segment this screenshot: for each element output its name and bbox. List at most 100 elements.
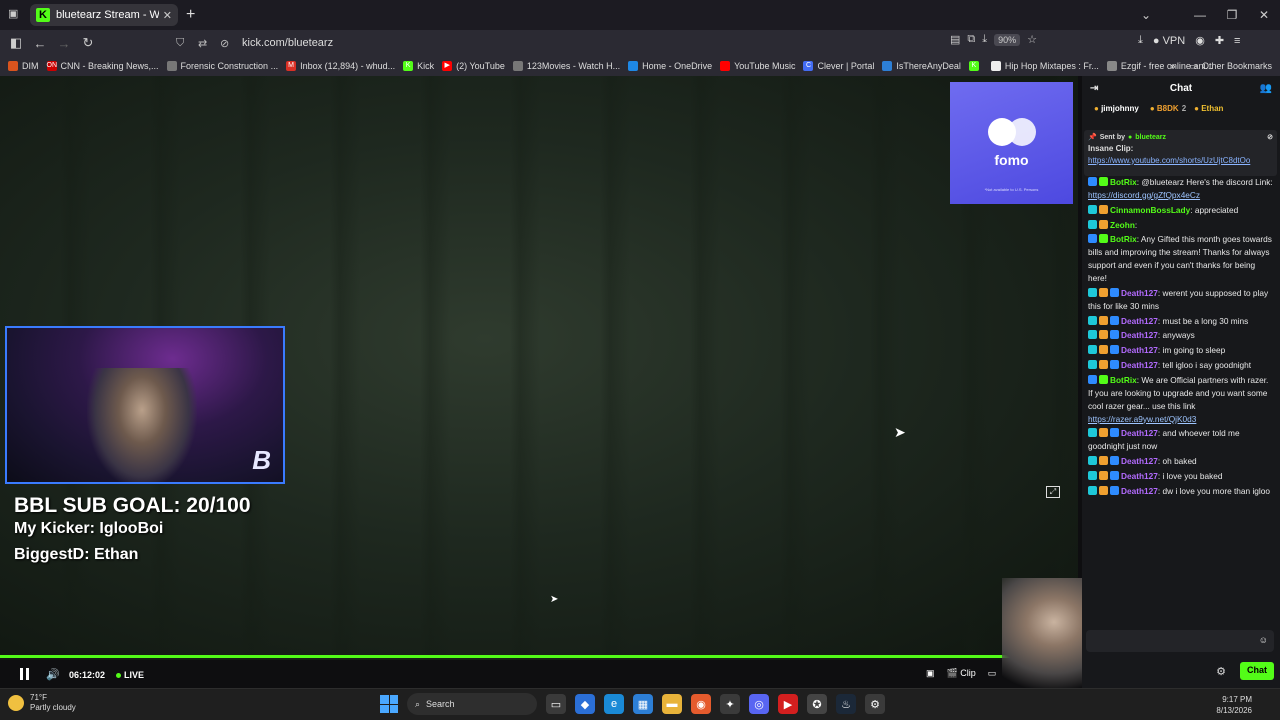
menu-icon[interactable]: ≡ — [1234, 35, 1240, 47]
file-explorer-icon[interactable]: ▬ — [662, 694, 682, 714]
chat-username[interactable]: BotRix — [1110, 375, 1137, 385]
zoom-badge[interactable]: 90% — [994, 33, 1021, 46]
theater-mode-icon[interactable]: ⤢ — [1046, 486, 1060, 498]
save-page-icon[interactable]: ⤓ — [982, 33, 987, 46]
chat-username[interactable]: Death127 — [1121, 288, 1158, 298]
bookmark-item[interactable]: Hip Hop Mixtapes : Fr... — [990, 61, 1099, 71]
chat-message[interactable]: Death127: dw i love you more than igloo — [1088, 485, 1274, 498]
store-icon[interactable]: ▦ — [633, 694, 653, 714]
chat-username[interactable]: BotRix — [1110, 177, 1137, 187]
chat-message[interactable]: BotRix: We are Official partners with ra… — [1088, 374, 1274, 425]
top-gifter[interactable]: ● B8DK 2 — [1150, 103, 1186, 115]
vpn-button[interactable]: ● VPN — [1153, 35, 1185, 47]
url-text[interactable]: kick.com/bluetearz — [242, 37, 333, 49]
bookmark-item[interactable]: ▶ (2) YouTube — [442, 61, 505, 71]
live-progress-bar[interactable] — [0, 655, 1078, 658]
chat-input[interactable]: ☺ — [1086, 630, 1274, 652]
chat-message[interactable]: Death127: im going to sleep — [1088, 344, 1274, 357]
bookmark-item[interactable]: K — [968, 61, 983, 71]
chat-message[interactable]: Death127: anyways — [1088, 329, 1274, 342]
chat-username[interactable]: Death127 — [1121, 486, 1158, 496]
chat-username[interactable]: CinnamonBossLady — [1110, 205, 1190, 215]
chat-username[interactable]: Zeohn — [1110, 220, 1135, 230]
bookmark-item[interactable]: 123Movies - Watch H... — [512, 61, 620, 71]
chat-username[interactable]: Death127 — [1121, 471, 1158, 481]
mini-player-icon[interactable]: ▣ — [926, 668, 935, 679]
permissions-icon[interactable]: ⇄ — [198, 37, 214, 50]
bookmark-item[interactable]: ON CNN - Breaking News,... — [46, 61, 159, 71]
chat-message[interactable]: CinnamonBossLady: appreciated — [1088, 204, 1274, 217]
fomo-ad[interactable]: fomo *Not available to U.S. Persons — [950, 82, 1073, 204]
bookmark-item[interactable]: Home - OneDrive — [628, 61, 712, 71]
chat-message[interactable]: Death127: tell igloo i say goodnight — [1088, 359, 1274, 372]
theater-icon[interactable]: ▭ — [988, 668, 997, 679]
chat-username[interactable]: Death127 — [1121, 428, 1158, 438]
chat-message[interactable]: Death127: must be a long 30 mins — [1088, 315, 1274, 328]
chat-settings-icon[interactable]: ⚙ — [1216, 664, 1226, 681]
chat-username[interactable]: Death127 — [1121, 330, 1158, 340]
bookmark-item[interactable]: DIM — [8, 61, 39, 71]
picture-in-picture-icon[interactable]: ⧉ — [967, 33, 975, 46]
back-icon[interactable]: ← — [28, 36, 52, 51]
chat-message[interactable]: Death127: werent you supposed to play th… — [1088, 287, 1274, 313]
other-bookmarks[interactable]: » ▭ Other Bookmarks — [1170, 56, 1272, 76]
close-window-icon[interactable]: ✕ — [1248, 8, 1280, 22]
chat-username[interactable]: Death127 — [1121, 345, 1158, 355]
bookmark-item[interactable]: K Kick — [403, 61, 434, 71]
chat-message[interactable]: BotRix: @bluetearz Here's the discord Li… — [1088, 176, 1274, 202]
system-clock[interactable]: 9:17 PM 8/13/2026 — [1216, 694, 1252, 716]
unpin-icon[interactable]: ⊘ — [1267, 133, 1273, 143]
clip-button[interactable]: 🎬 Clip — [947, 668, 976, 679]
steam-icon[interactable]: ♨ — [836, 694, 856, 714]
top-gifter[interactable]: ● Ethan — [1194, 103, 1226, 115]
firefox-icon[interactable]: ◉ — [691, 694, 711, 714]
forward-icon[interactable]: → — [52, 36, 76, 51]
chat-message[interactable]: Death127: oh baked — [1088, 455, 1274, 468]
pinned-message[interactable]: 📌 Sent by ● bluetearz ⊘ Insane Clip: htt… — [1084, 130, 1277, 176]
pause-icon[interactable] — [20, 668, 30, 680]
close-tab-icon[interactable]: ✕ — [163, 9, 172, 22]
weather-widget[interactable]: 71°F Partly cloudy — [8, 693, 76, 712]
chat-message[interactable]: Death127: and whoever told me goodnight … — [1088, 427, 1274, 453]
video-player[interactable]: fomo *Not available to U.S. Persons B BB… — [0, 76, 1078, 660]
copilot-icon[interactable]: ◆ — [575, 694, 595, 714]
chat-send-button[interactable]: Chat — [1240, 662, 1274, 680]
chat-username[interactable]: Death127 — [1121, 316, 1158, 326]
profile-icon[interactable]: ◉ — [1195, 34, 1205, 47]
app-icon[interactable]: ✦ — [720, 694, 740, 714]
sidebar-icon[interactable]: ◧ — [4, 35, 28, 51]
reader-view-icon[interactable]: ▤ — [950, 33, 960, 46]
volume-icon[interactable]: 🔊 — [46, 668, 60, 681]
address-bar[interactable]: ⛉ ⇄ ⊘ kick.com/bluetearz — [176, 33, 1056, 53]
maximize-icon[interactable]: ❐ — [1216, 8, 1248, 22]
chat-message[interactable]: BotRix: Any Gifted this month goes towar… — [1088, 233, 1274, 284]
tab-dropdown-icon[interactable]: ⌄ — [1130, 8, 1162, 22]
taskbar-search[interactable]: ⌕ Search — [407, 693, 537, 715]
shield-icon[interactable]: ⛉ — [176, 37, 192, 50]
chat-username[interactable]: Death127 — [1121, 456, 1158, 466]
chat-username[interactable]: BotRix — [1110, 234, 1137, 244]
bookmark-item[interactable]: Forensic Construction ... — [166, 61, 278, 71]
top-gifter[interactable]: ● jimjohnny — [1094, 103, 1142, 115]
camera-blocked-icon[interactable]: ⊘ — [220, 37, 236, 50]
media-player-icon[interactable]: ▶ — [778, 694, 798, 714]
bookmark-star-icon[interactable]: ☆ — [1027, 33, 1037, 46]
chat-message[interactable]: Zeohn: — [1088, 219, 1274, 232]
app-icon[interactable]: ✪ — [807, 694, 827, 714]
discord-icon[interactable]: ◎ — [749, 694, 769, 714]
downloads-icon[interactable]: ⤓ — [1138, 34, 1143, 47]
pinned-link[interactable]: https://www.youtube.com/shorts/UzUjtC8dt… — [1088, 156, 1250, 165]
chat-username[interactable]: Death127 — [1121, 360, 1158, 370]
bookmark-item[interactable]: C Clever | Portal — [803, 61, 874, 71]
reload-icon[interactable]: ↻ — [76, 35, 100, 51]
chevron-right-icon[interactable]: » — [1170, 61, 1175, 71]
bookmark-item[interactable]: IsThereAnyDeal — [882, 61, 961, 71]
tab-list-icon[interactable]: ▣ — [8, 7, 18, 20]
tab-bluetearz[interactable]: K bluetearz Stream - Watch L ✕ — [30, 4, 178, 26]
minimize-icon[interactable]: — — [1184, 8, 1216, 22]
collapse-chat-icon[interactable]: ⇥ — [1090, 81, 1098, 97]
new-tab-icon[interactable]: + — [186, 6, 195, 24]
settings-icon[interactable]: ⚙ — [865, 694, 885, 714]
emoji-icon[interactable]: ☺ — [1259, 634, 1268, 648]
extensions-icon[interactable]: ✚ — [1215, 34, 1224, 47]
